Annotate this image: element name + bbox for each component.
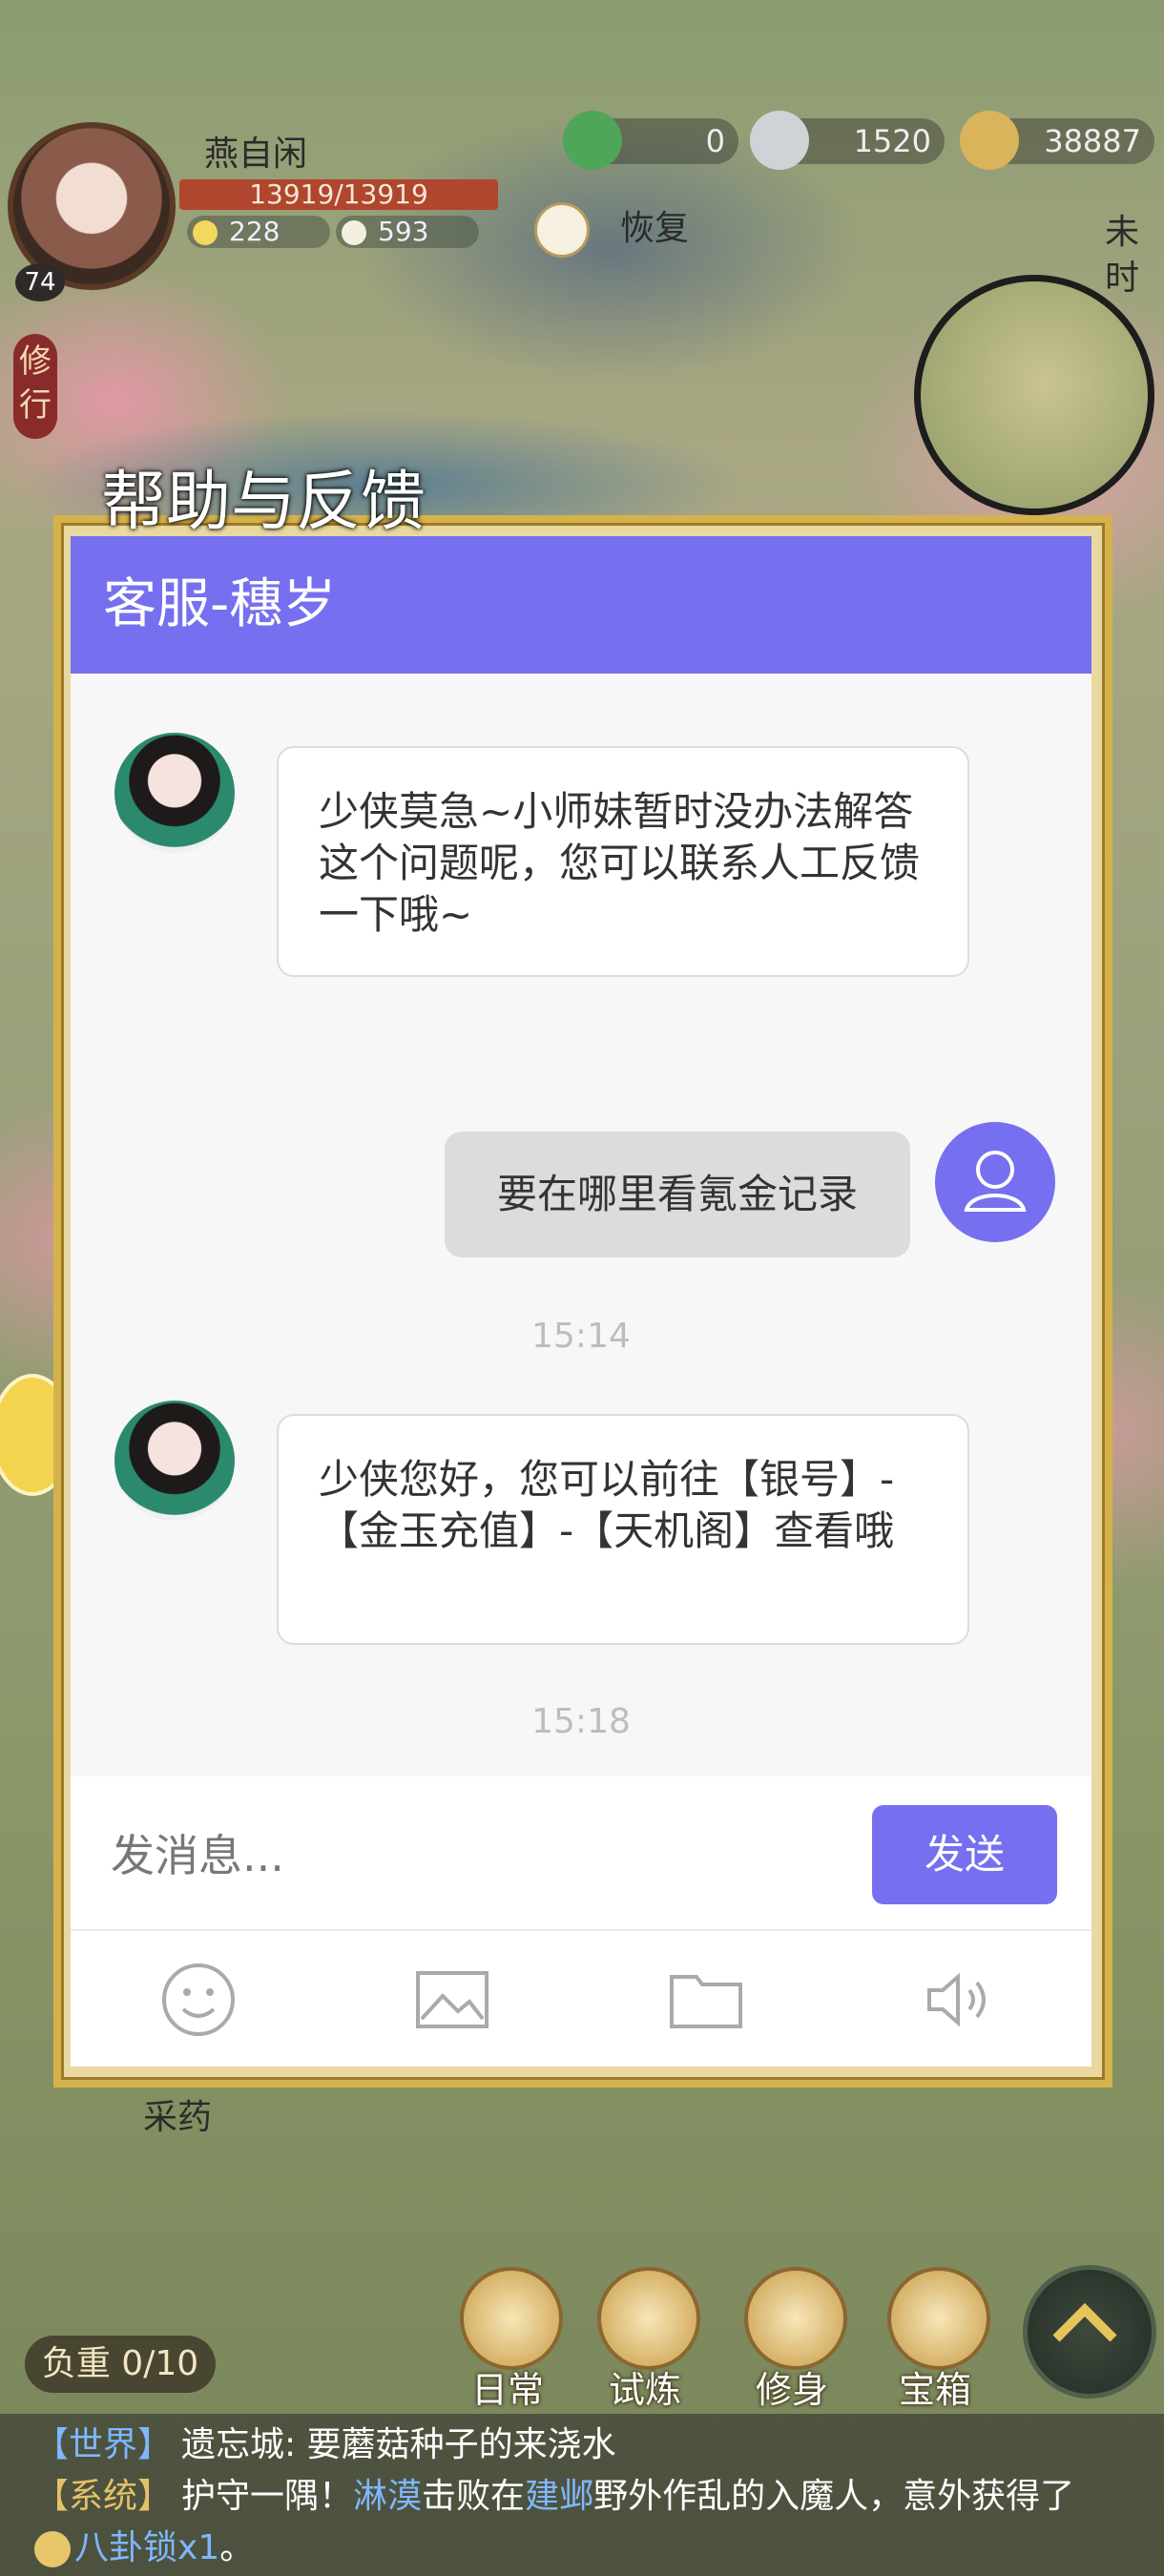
channel-world: 【世界】 <box>34 2425 173 2464</box>
copper-coin-icon <box>960 111 1019 170</box>
recover-label[interactable]: 恢复 <box>620 200 689 250</box>
chat-text: 。 <box>219 2528 255 2567</box>
chevron-up-icon <box>1052 2302 1117 2342</box>
chat-header: 客服-穗岁 <box>71 536 1091 674</box>
chat-line: 【世界】 遗忘城: 要蘑菇种子的来浇水 <box>34 2420 1164 2471</box>
item-icon <box>34 2531 71 2567</box>
message-input[interactable] <box>109 1815 857 1897</box>
user-message: 要在哪里看氪金记录 <box>445 1132 910 1257</box>
emoji-icon[interactable] <box>158 1960 239 2040</box>
chat-line: 八卦锁x1。 <box>34 2523 1164 2574</box>
agent-avatar <box>114 1401 235 1521</box>
user-icon <box>964 1151 1027 1212</box>
self-cultivation-label[interactable]: 修身 <box>730 2360 854 2413</box>
chat-text: 遗忘城: 要蘑菇种子的来浇水 <box>181 2425 616 2464</box>
bun-icon <box>342 220 366 245</box>
speaker-icon[interactable] <box>920 1960 1000 2040</box>
stat-bar-1: 228 <box>187 216 330 248</box>
treasure-chest-label[interactable]: 宝箱 <box>873 2360 997 2413</box>
treasure-chest-icon[interactable] <box>887 2267 990 2370</box>
agent-avatar <box>114 733 235 853</box>
chat-log[interactable]: 【世界】 遗忘城: 要蘑菇种子的来浇水 【系统】 护守一隅！淋漠击败在建邺野外作乱的… <box>0 2414 1164 2576</box>
channel-system: 【系统】 <box>34 2477 173 2516</box>
support-chat-panel: 客服-穗岁 少侠莫急~小师妹暂时没办法解答这个问题呢，您可以联系人工反馈一下哦~… <box>71 536 1091 2067</box>
hp-bar: 13919/13919 <box>179 179 498 210</box>
agent-message: 少侠莫急~小师妹暂时没办法解答这个问题呢，您可以联系人工反馈一下哦~ <box>277 746 969 977</box>
self-cultivation-icon[interactable] <box>744 2267 847 2370</box>
player-name: 燕自闲 <box>204 135 308 174</box>
user-avatar <box>935 1122 1055 1242</box>
trial-label[interactable]: 试炼 <box>583 2360 707 2413</box>
resource-silver[interactable]: 1520 <box>750 111 945 170</box>
collect-herbs-label[interactable]: 采药 <box>143 2089 212 2139</box>
chat-text: 野外作乱的入魔人，意外获得了 <box>593 2477 1075 2516</box>
agent-message: 少侠您好，您可以前往【银号】-【金玉充值】-【天机阁】查看哦 <box>277 1414 969 1645</box>
dialog-title: 帮助与反馈 <box>101 465 426 540</box>
timestamp: 15:18 <box>531 1702 631 1741</box>
resource-copper[interactable]: 38887 <box>960 111 1154 170</box>
player-link[interactable]: 淋漠 <box>353 2477 422 2516</box>
attachment-toolbar <box>71 1929 1091 2067</box>
item-link[interactable]: 八卦锁x1 <box>74 2528 219 2567</box>
jade-icon <box>563 111 622 170</box>
trial-icon[interactable] <box>597 2267 700 2370</box>
daily-label[interactable]: 日常 <box>446 2360 570 2413</box>
coin-icon <box>193 220 218 245</box>
stat-bar-2: 593 <box>336 216 479 248</box>
stat-value-1: 228 <box>229 216 281 247</box>
stat-value-2: 593 <box>378 216 429 247</box>
send-button[interactable]: 发送 <box>872 1805 1057 1904</box>
image-icon[interactable] <box>412 1960 492 2040</box>
resource-value-1: 0 <box>705 123 725 159</box>
folder-icon[interactable] <box>666 1960 746 2040</box>
chat-line: 【系统】 护守一隅！淋漠击败在建邺野外作乱的入魔人，意外获得了 <box>34 2471 1164 2523</box>
time-label: 未时 <box>1105 213 1140 298</box>
daily-icon[interactable] <box>460 2267 563 2370</box>
resource-value-3: 38887 <box>1044 123 1141 159</box>
resource-value-2: 1520 <box>853 123 931 159</box>
level-badge: 74 <box>15 263 65 301</box>
location-link[interactable]: 建邺 <box>525 2477 593 2516</box>
jump-button[interactable] <box>1023 2265 1156 2399</box>
silver-ingot-icon <box>750 111 809 170</box>
timestamp: 15:14 <box>531 1317 631 1356</box>
recover-icon[interactable] <box>534 202 590 258</box>
minimap[interactable] <box>914 275 1154 515</box>
resource-jade[interactable]: 0 <box>563 111 738 170</box>
chat-text: 击败在 <box>422 2477 526 2516</box>
chat-text: 护守一隅！ <box>181 2477 354 2516</box>
message-input-row: 发送 <box>71 1776 1091 1929</box>
load-indicator: 负重 0/10 <box>25 2336 216 2393</box>
